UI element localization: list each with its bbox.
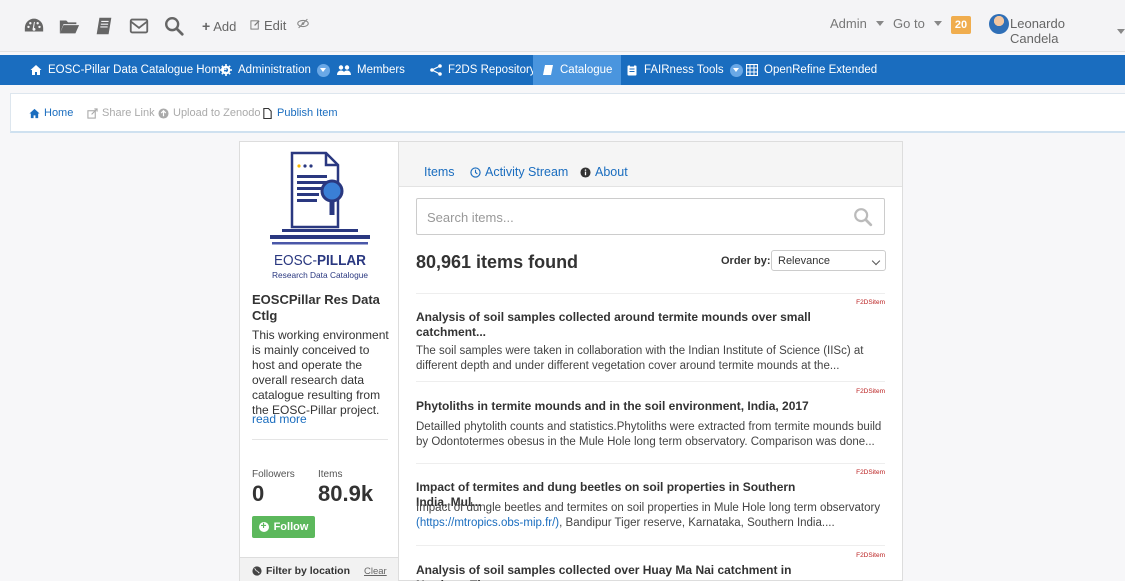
organization-panel: EOSC-PILLAR Research Data Catalogue EOSC… (239, 141, 399, 581)
follow-button[interactable]: + Follow (252, 516, 315, 538)
users-icon (337, 65, 351, 75)
search-box (416, 198, 885, 235)
item-title[interactable]: Analysis of soil samples collected over … (416, 563, 816, 581)
nav-item-fairness-tools[interactable]: FAIRness Tools (620, 55, 749, 85)
item-action-bar: Home Share Link Upload to Zenodo Publish… (10, 93, 1125, 133)
list-item: F2DSitem Phytoliths in termite mounds an… (416, 388, 885, 458)
search-icon[interactable] (852, 206, 874, 228)
list-item: F2DSitem Impact of termites and dung bee… (416, 469, 885, 549)
publish-item-button[interactable]: Publish Item (262, 107, 338, 119)
item-description: Detailled phytolith counts and statistic… (416, 421, 882, 448)
nav-item-openrefine[interactable]: OpenRefine Extended (740, 55, 883, 85)
tab-items[interactable]: Items (424, 165, 455, 179)
nav-item-home[interactable]: EOSC-Pillar Data Catalogue Home (24, 55, 233, 85)
followers-count: 0 (252, 481, 265, 506)
edit-button[interactable]: Edit (250, 18, 286, 33)
items-count: 80.9k (318, 481, 374, 506)
read-more-link[interactable]: read more (252, 412, 307, 426)
item-description: Impact of dungle beetles and termites on… (416, 502, 881, 529)
share-icon (430, 64, 442, 76)
tab-about[interactable]: About (580, 165, 628, 179)
file-icon (263, 107, 272, 119)
svg-text:EOSC-PILLAR: EOSC-PILLAR (274, 252, 366, 269)
divider (416, 463, 885, 464)
chevron-down-icon (933, 21, 942, 26)
main-nav: EOSC-Pillar Data Catalogue Home Administ… (0, 55, 1125, 85)
search-input[interactable] (427, 208, 827, 226)
tab-activity-stream[interactable]: Activity Stream (470, 165, 568, 179)
nav-item-members[interactable]: Members (331, 55, 411, 85)
item-type-badge: F2DSitem (856, 388, 885, 395)
globe-icon (252, 566, 262, 576)
items-panel: Items Activity Stream About 80,961 items… (398, 141, 903, 581)
divider (252, 439, 388, 440)
item-type-badge: F2DSitem (856, 469, 885, 476)
divider (416, 545, 885, 546)
order-by-select[interactable]: Relevance (771, 250, 886, 271)
chevron-down-icon (1117, 28, 1125, 34)
home-link[interactable]: Home (29, 107, 73, 119)
add-button[interactable]: + Add (202, 18, 236, 34)
info-icon (580, 166, 591, 178)
nav-item-administration[interactable]: Administration (214, 55, 336, 85)
svg-text:Research Data Catalogue: Research Data Catalogue (272, 270, 368, 280)
clock-icon (470, 166, 481, 178)
home-icon (30, 65, 42, 75)
divider (416, 381, 885, 382)
item-type-badge: F2DSitem (856, 552, 885, 559)
item-description: The soil samples were taken in collabora… (416, 345, 864, 372)
gear-icon (220, 64, 232, 76)
organization-description: This working environment is mainly conce… (252, 328, 389, 417)
chevron-down-icon (316, 63, 330, 77)
filter-location-header: Filter by location Clear (240, 557, 399, 581)
home-icon (29, 108, 40, 118)
item-link[interactable]: (https://mtropics.obs-mip.fr/) (416, 517, 559, 529)
edit-icon (250, 18, 261, 33)
user-menu[interactable]: Leonardo Candela (1010, 16, 1125, 46)
dashboard-icon[interactable] (22, 14, 46, 38)
upload-icon (158, 107, 169, 119)
admin-menu[interactable]: Admin (830, 16, 884, 31)
eosc-pillar-logo: EOSC-PILLAR Research Data Catalogue (270, 151, 370, 280)
nav-item-catalogue[interactable]: Catalogue (533, 55, 622, 85)
clipboard-icon (627, 64, 637, 76)
divider (416, 293, 885, 294)
followers-label: Followers (252, 469, 295, 480)
share-link-button[interactable]: Share Link (87, 107, 155, 119)
table-icon (746, 64, 758, 76)
folder-open-icon[interactable] (57, 14, 81, 38)
items-label: Items (318, 469, 343, 480)
book-icon (543, 65, 553, 75)
order-by-label: Order by: (721, 255, 771, 267)
external-share-icon (87, 107, 98, 119)
avatar[interactable] (989, 14, 1009, 34)
results-count: 80,961 items found (416, 252, 579, 272)
list-item: F2DSitem Analysis of soil samples collec… (416, 552, 885, 581)
goto-menu[interactable]: Go to (893, 16, 942, 31)
item-type-badge: F2DSitem (856, 299, 885, 306)
search-icon[interactable] (162, 14, 186, 38)
top-toolbar: + Add Edit Admin Go to 20 Leonardo Cande… (0, 0, 1125, 52)
plus-circle-icon: + (258, 522, 269, 532)
organization-name: EOSCPillar Res Data Ctlg (252, 292, 380, 323)
item-title[interactable]: Phytoliths in termite mounds and in the … (416, 399, 816, 414)
chevron-down-icon (875, 21, 884, 26)
item-title[interactable]: Analysis of soil samples collected aroun… (416, 310, 816, 340)
list-item: F2DSitem Analysis of soil samples collec… (416, 299, 885, 379)
book-icon[interactable] (92, 14, 116, 38)
notification-badge[interactable]: 20 (951, 16, 971, 34)
plus-icon: + (202, 18, 211, 34)
upload-zenodo-button[interactable]: Upload to Zenodo (158, 107, 260, 119)
eye-slash-icon[interactable] (296, 18, 310, 29)
envelope-icon[interactable] (127, 14, 151, 38)
filter-clear-link[interactable]: Clear (364, 566, 387, 577)
